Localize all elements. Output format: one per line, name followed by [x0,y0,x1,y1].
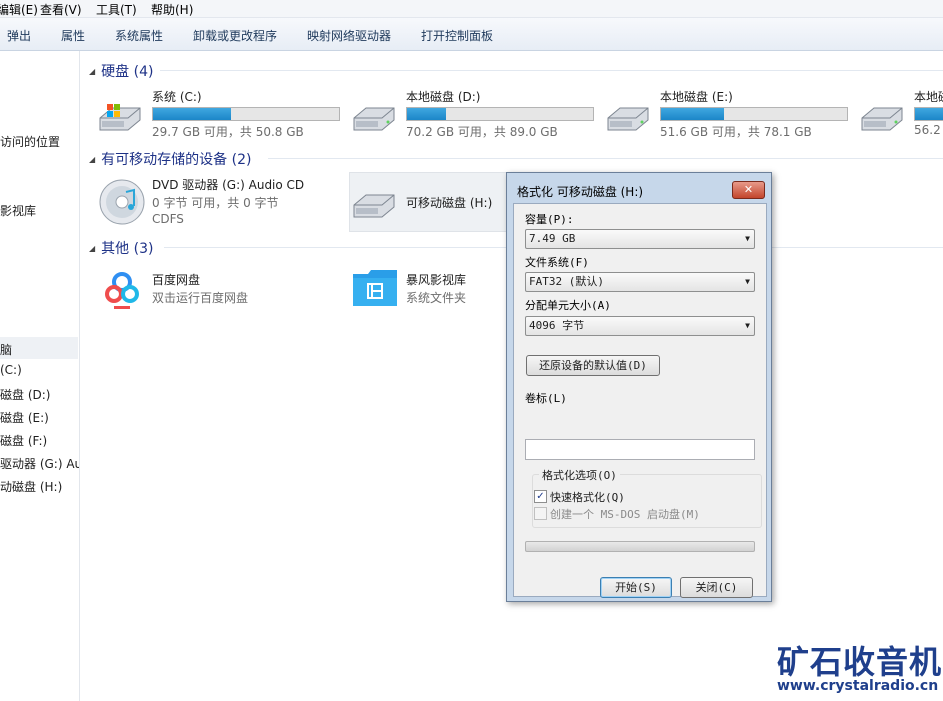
close-icon[interactable]: ✕ [732,181,765,199]
folder-icon [353,270,397,306]
menu-tools[interactable]: 工具(T) [96,1,137,18]
properties-button[interactable]: 属性 [61,27,85,44]
hard-drive-icon [861,107,903,131]
drive-d-usage-bar [406,107,594,121]
nav-drive-g[interactable]: 驱动器 (G:) Au [0,455,79,472]
nav-video-library[interactable]: 影视库 [0,202,36,219]
hard-drive-icon [353,107,395,131]
drive-f-usage-bar [914,107,943,121]
capacity-value: 7.49 GB [529,232,576,245]
menu-view[interactable]: 查看(V) [40,1,82,18]
capacity-select[interactable]: 7.49 GB ▼ [525,229,755,249]
filesystem-value: FAT32 (默认) [529,275,604,288]
msdos-label: 创建一个 MS-DOS 启动盘(M) [550,508,700,521]
chevron-down-icon: ▼ [745,277,750,286]
restore-defaults-button[interactable]: 还原设备的默认值(D) [526,355,660,376]
allocation-label: 分配单元大小(A) [525,299,611,312]
allocation-value: 4096 字节 [529,319,585,332]
nav-computer-label: 脑 [0,343,13,357]
watermark-url: www.crystalradio.cn [777,678,939,694]
system-properties-button[interactable]: 系统属性 [115,27,163,44]
baidu-netdisk-sub: 双击运行百度网盘 [152,291,249,305]
menu-edit[interactable]: 编辑(E) [0,1,38,18]
collapse-triangle-icon: ◢ [89,244,96,253]
removable-drive-name: 可移动磁盘 (H:) [406,196,493,210]
drive-f-info: 56.2 [914,123,941,137]
chevron-down-icon: ▼ [745,234,750,243]
group-removable-label: 有可移动存储的设备 (2) [101,152,252,168]
baofeng-sub: 系统文件夹 [406,291,467,305]
filesystem-label: 文件系统(F) [525,256,589,269]
usb-drive-icon [353,194,395,218]
hard-drive-icon [607,107,649,131]
baidu-netdisk-icon [100,266,144,310]
nav-drive-h[interactable]: 动磁盘 (H:) [0,478,62,495]
baidu-netdisk-name: 百度网盘 [152,273,201,287]
baofeng-name: 暴风影视库 [406,273,467,287]
dvd-drive-filesystem: CDFS [152,212,184,226]
navigation-pane: 访问的位置 影视库 脑 (C:) 磁盘 (D:) 磁盘 (E:) 磁盘 (F:)… [0,51,80,701]
format-progress-bar [525,541,755,552]
watermark-title: 矿石收音机 [777,643,943,681]
quick-format-checkbox[interactable]: ✓ [534,490,547,503]
open-control-panel-button[interactable]: 打开控制面板 [421,27,493,44]
group-divider [160,70,943,71]
msdos-checkbox[interactable] [534,507,547,520]
drive-e-name: 本地磁盘 (E:) [660,90,733,104]
removable-drive-h[interactable]: 可移动磁盘 (H:) [349,172,508,232]
map-network-drive-button[interactable]: 映射网络驱动器 [307,27,391,44]
nav-drive-d[interactable]: 磁盘 (D:) [0,386,50,403]
command-toolbar: 弹出 属性 系统属性 卸载或更改程序 映射网络驱动器 打开控制面板 [0,18,943,51]
drive-f-name: 本地磁 [914,90,943,104]
nav-computer[interactable]: 脑 [0,337,78,359]
quick-format-label: 快速格式化(Q) [550,491,625,504]
drive-c-usage-bar [152,107,340,121]
nav-drive-e[interactable]: 磁盘 (E:) [0,409,49,426]
drive-f[interactable]: 本地磁 56.2 [860,85,943,145]
collapse-triangle-icon: ◢ [89,67,96,76]
menu-bar: 编辑(E) 查看(V) 工具(T) 帮助(H) [0,0,943,18]
group-other-label: 其他 (3) [101,241,154,257]
group-other[interactable]: ◢ 其他 (3) [89,238,153,258]
drive-c-info: 29.7 GB 可用，共 50.8 GB [152,125,304,139]
uninstall-program-button[interactable]: 卸载或更改程序 [193,27,277,44]
dialog-title: 格式化 可移动磁盘 (H:) [517,185,644,199]
menu-help[interactable]: 帮助(H) [151,1,193,18]
filesystem-select[interactable]: FAT32 (默认) ▼ [525,272,755,292]
group-divider [268,158,943,159]
volume-label-label: 卷标(L) [525,392,567,405]
nav-drive-c[interactable]: (C:) [0,363,22,377]
system-drive-icon [99,104,141,131]
dialog-body: 容量(P): 7.49 GB ▼ 文件系统(F) FAT32 (默认) ▼ 分配… [513,203,767,598]
capacity-label: 容量(P): [525,213,574,226]
drive-d-name: 本地磁盘 (D:) [406,90,481,104]
drive-d-info: 70.2 GB 可用，共 89.0 GB [406,125,558,139]
chevron-down-icon: ▼ [745,321,750,330]
close-button[interactable]: 关闭(C) [680,577,753,598]
collapse-triangle-icon: ◢ [89,155,96,164]
drive-c-name: 系统 (C:) [152,90,202,104]
allocation-select[interactable]: 4096 字节 ▼ [525,316,755,336]
nav-drive-f[interactable]: 磁盘 (F:) [0,432,47,449]
dvd-disc-icon [99,179,145,225]
start-button[interactable]: 开始(S) [600,577,672,598]
eject-button[interactable]: 弹出 [7,27,31,44]
drive-e-info: 51.6 GB 可用，共 78.1 GB [660,125,812,139]
group-hard-disks[interactable]: ◢ 硬盘 (4) [89,61,153,81]
group-hard-disks-label: 硬盘 (4) [101,64,154,80]
dvd-drive-space: 0 字节 可用，共 0 字节 [152,196,279,210]
drive-e-usage-bar [660,107,848,121]
nav-recent-places[interactable]: 访问的位置 [0,133,60,150]
volume-label-input[interactable] [525,439,755,460]
format-options-legend: 格式化选项(O) [539,467,620,483]
format-dialog: 格式化 可移动磁盘 (H:) ✕ 容量(P): 7.49 GB ▼ 文件系统(F… [506,172,772,602]
dvd-drive-name: DVD 驱动器 (G:) Audio CD [152,178,305,192]
group-removable[interactable]: ◢ 有可移动存储的设备 (2) [89,149,251,169]
